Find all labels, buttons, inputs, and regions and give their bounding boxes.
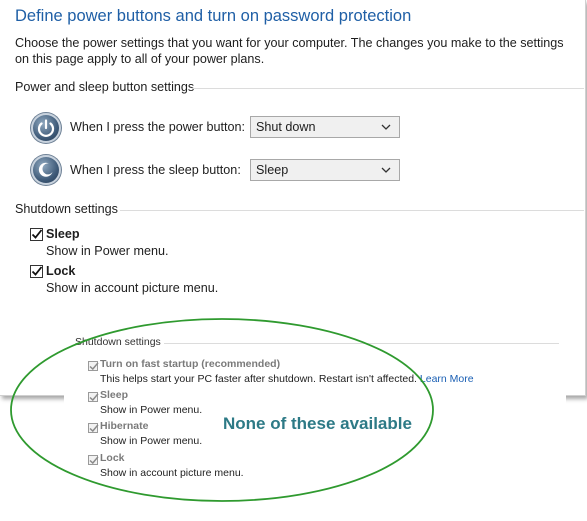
highlight-ellipse — [10, 318, 434, 502]
